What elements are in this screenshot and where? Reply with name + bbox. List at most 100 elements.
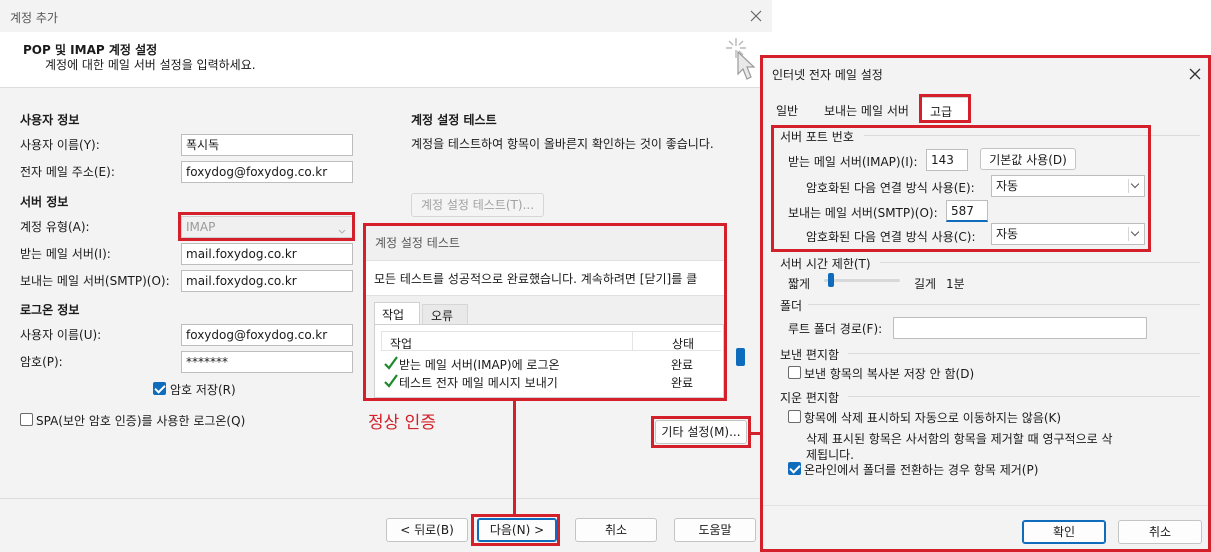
account-type-select[interactable]: IMAP xyxy=(181,216,353,238)
folders-title: 폴더 xyxy=(780,299,803,313)
ports-divider xyxy=(864,135,1200,136)
folders-divider xyxy=(808,304,1200,305)
outgoing-server-label: 보내는 메일 서버(SMTP)(O): xyxy=(20,274,170,288)
outgoing-port-label: 보내는 메일 서버(SMTP)(O): xyxy=(788,206,938,220)
test-results-popup: 계정 설정 테스트 모든 테스트를 성공적으로 완료했습니다. 계속하려면 [닫… xyxy=(366,226,724,398)
column-status: 상태 xyxy=(672,337,695,351)
close-icon[interactable] xyxy=(1186,65,1204,83)
tab-general[interactable]: 일반 xyxy=(776,102,798,119)
user-name-label: 사용자 이름(Y): xyxy=(20,138,100,152)
help-button[interactable]: 도움말 xyxy=(674,518,756,542)
ports-title: 서버 포트 번호 xyxy=(780,130,854,144)
task-name: 테스트 전자 메일 메시지 보내기 xyxy=(399,376,558,390)
timeout-short-label: 짧게 xyxy=(788,277,811,291)
test-section-title: 계정 설정 테스트 xyxy=(411,113,497,127)
incoming-encryption-label: 암호화된 다음 연결 방식 사용(E): xyxy=(806,181,975,195)
tab-tasks-label: 작업 xyxy=(382,308,405,322)
incoming-encryption-value: 자동 xyxy=(996,179,1019,193)
ok-button[interactable]: 확인 xyxy=(1022,520,1106,544)
account-type-label: 계정 유형(A): xyxy=(20,220,90,234)
tab-tasks[interactable]: 작업 xyxy=(374,302,420,324)
incoming-server-field[interactable]: mail.foxydog.co.kr xyxy=(181,243,353,265)
no-sent-copy-checkbox[interactable] xyxy=(788,366,801,379)
window-title: 계정 추가 xyxy=(10,11,58,25)
title-bar: 계정 추가 xyxy=(0,0,772,32)
timeout-slider-track[interactable] xyxy=(824,279,900,282)
outgoing-encryption-select[interactable]: 자동 xyxy=(991,223,1145,245)
tab-advanced[interactable]: 고급 xyxy=(921,97,969,121)
email-label: 전자 메일 주소(E): xyxy=(20,165,115,179)
outgoing-encryption-value: 자동 xyxy=(996,227,1019,241)
mark-deletion-note: 삭제 표시된 항목은 사서함의 항목을 제거할 때 영구적으로 삭 xyxy=(806,432,1113,446)
settings-title: 인터넷 전자 메일 설정 xyxy=(772,68,883,82)
annotation-label: 정상 인증 xyxy=(368,413,436,433)
settings-cancel-button[interactable]: 취소 xyxy=(1118,520,1202,544)
next-button[interactable]: 다음(N) > xyxy=(477,518,557,542)
timeout-long-label: 길게 xyxy=(914,277,937,291)
table-row: 테스트 전자 메일 메시지 보내기 완료 xyxy=(381,373,721,391)
purge-items-label: 온라인에서 폴더를 전환하는 경우 항목 제거(P) xyxy=(804,463,1039,477)
sent-items-divider xyxy=(848,353,1200,354)
check-icon xyxy=(383,373,399,392)
cursor-sparkle-icon xyxy=(722,36,762,84)
use-defaults-button[interactable]: 기본값 사용(D) xyxy=(980,148,1076,170)
dialog-header: POP 및 IMAP 계정 설정 계정에 대한 메일 서버 설정을 입력하세요. xyxy=(0,32,772,88)
popup-title: 계정 설정 테스트 xyxy=(375,236,460,250)
header-subtitle: 계정에 대한 메일 서버 설정을 입력하세요. xyxy=(45,58,256,72)
test-account-button[interactable]: 계정 설정 테스트(T)... xyxy=(411,193,544,217)
mark-deletion-label: 항목에 삭제 표시하되 자동으로 이동하지는 않음(K) xyxy=(804,411,1062,425)
remember-password-checkbox[interactable] xyxy=(153,382,166,395)
check-icon xyxy=(383,355,399,374)
task-status: 완료 xyxy=(671,358,694,372)
incoming-server-label: 받는 메일 서버(I): xyxy=(20,247,111,261)
outgoing-encryption-label: 암호화된 다음 연결 방식 사용(C): xyxy=(806,230,976,244)
logon-info-title: 로그온 정보 xyxy=(20,303,80,317)
timeout-value: 1분 xyxy=(946,277,965,291)
task-name: 받는 메일 서버(IMAP)에 로그온 xyxy=(399,358,560,372)
tab-errors-label: 오류 xyxy=(431,309,454,323)
popup-message-area: 모든 테스트를 성공적으로 완료했습니다. 계속하려면 [닫기]를 클 xyxy=(366,260,724,296)
chevron-down-icon xyxy=(338,222,346,234)
tab-outgoing-server[interactable]: 보내는 메일 서버 xyxy=(824,102,909,119)
outgoing-server-field[interactable]: mail.foxydog.co.kr xyxy=(181,270,353,292)
back-button[interactable]: < 뒤로(B) xyxy=(386,518,468,542)
popup-message: 모든 테스트를 성공적으로 완료했습니다. 계속하려면 [닫기]를 클 xyxy=(374,272,698,286)
tab-advanced-label: 고급 xyxy=(930,105,953,119)
chevron-down-icon xyxy=(1128,227,1142,241)
column-divider xyxy=(632,332,633,351)
more-settings-button[interactable]: 기타 설정(M)... xyxy=(655,420,747,444)
slider-thumb[interactable] xyxy=(736,348,745,366)
account-type-value: IMAP xyxy=(186,220,216,234)
cancel-button[interactable]: 취소 xyxy=(575,518,657,542)
timeout-slider-thumb[interactable] xyxy=(827,273,834,287)
root-folder-field[interactable] xyxy=(893,317,1147,339)
purge-items-checkbox[interactable] xyxy=(788,462,801,475)
password-field[interactable]: ******* xyxy=(181,351,353,373)
incoming-encryption-select[interactable]: 자동 xyxy=(991,175,1145,197)
mark-deletion-checkbox[interactable] xyxy=(788,410,801,423)
table-row: 받는 메일 서버(IMAP)에 로그온 완료 xyxy=(381,355,721,373)
tab-errors[interactable]: 오류 xyxy=(422,304,468,324)
close-icon[interactable] xyxy=(746,6,766,26)
no-sent-copy-label: 보낸 항목의 복사본 저장 안 함(D) xyxy=(804,367,975,381)
deleted-items-title: 지운 편지함 xyxy=(780,391,840,405)
outgoing-port-field[interactable]: 587 xyxy=(946,200,988,222)
spa-checkbox[interactable] xyxy=(20,413,33,426)
internet-email-settings-dialog: 인터넷 전자 메일 설정 일반 보내는 메일 서버 고급 서버 포트 번호 받는… xyxy=(762,57,1211,552)
logon-username-field[interactable]: foxydog@foxydog.co.kr xyxy=(181,324,353,346)
root-folder-label: 루트 폴더 경로(F): xyxy=(788,322,883,336)
incoming-port-field[interactable]: 143 xyxy=(926,149,968,171)
task-list: 작업 상태 받는 메일 서버(IMAP)에 로그온 완료 테스트 전자 메일 메… xyxy=(374,324,724,398)
deleted-items-divider xyxy=(848,396,1200,397)
sent-items-title: 보낸 편지함 xyxy=(780,348,840,362)
password-label: 암호(P): xyxy=(20,355,63,369)
server-info-title: 서버 정보 xyxy=(20,195,69,209)
remember-password-label: 암호 저장(R) xyxy=(170,383,236,397)
test-section-desc: 계정을 테스트하여 항목이 올바른지 확인하는 것이 좋습니다. xyxy=(411,137,714,151)
user-name-field[interactable]: 폭시독 xyxy=(181,134,353,156)
incoming-port-label: 받는 메일 서버(IMAP)(I): xyxy=(788,155,918,169)
footer-divider xyxy=(0,498,772,499)
email-field[interactable]: foxydog@foxydog.co.kr xyxy=(181,161,353,183)
task-list-header: 작업 상태 xyxy=(381,331,721,351)
spa-label: SPA(보안 암호 인증)를 사용한 로그온(Q) xyxy=(36,414,246,428)
